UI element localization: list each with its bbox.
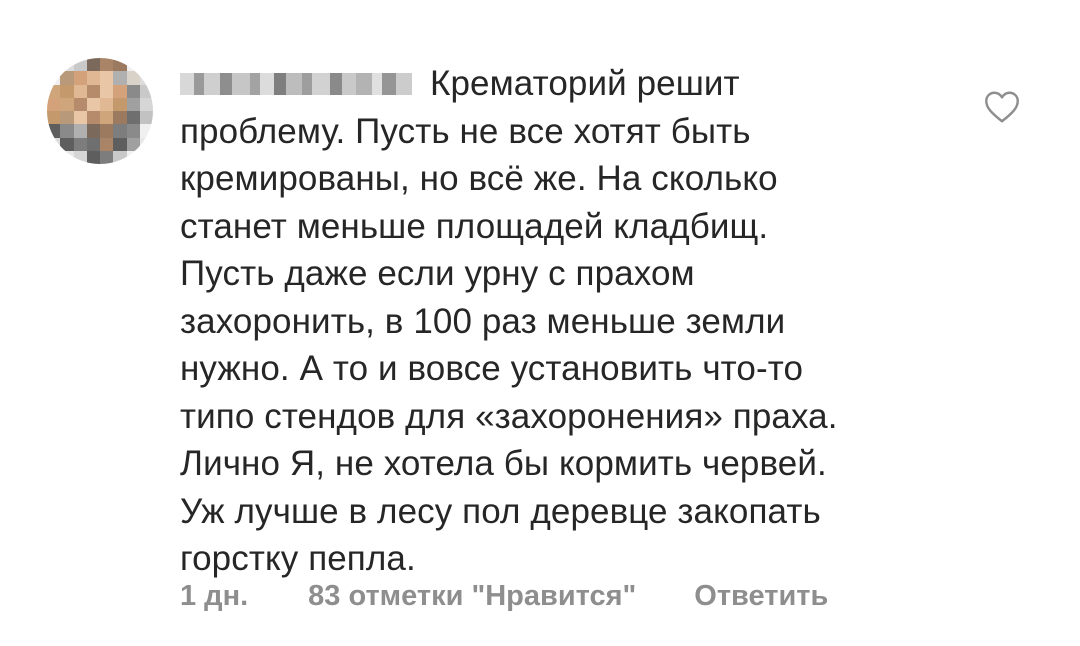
avatar-pixel [113,71,127,85]
likes-count-link[interactable]: 83 отметки "Нравится" [308,580,636,613]
avatar-pixel [60,97,74,111]
avatar-pixel [100,97,114,111]
avatar-pixel [86,111,100,125]
avatar-pixel [60,111,74,125]
avatar-pixel [113,124,127,138]
comment-line: проблему. Пусть не все хотят быть [180,111,751,151]
avatar-pixel [86,58,100,72]
comment-item: Крематорий решит проблему. Пусть не все … [0,0,1080,646]
avatar-pixel [86,97,100,111]
avatar-pixel [126,71,140,85]
avatar-pixel [73,111,87,125]
avatar-pixel [60,71,74,85]
avatar-pixel [139,124,153,138]
avatar-pixel [100,137,114,151]
avatar-pixel [47,124,61,138]
comment-line: станет меньше площадей кладбищ. [180,206,769,246]
comment-line: Крематорий решит [430,64,740,103]
avatar-pixel [139,84,153,98]
avatar-pixel [60,124,74,138]
avatar-pixel [126,124,140,138]
avatar-pixel [126,150,140,164]
avatar-pixel [100,111,114,125]
avatar-pixel [73,71,87,85]
avatar-pixel [60,137,74,151]
avatar[interactable] [47,58,153,164]
avatar-pixel [47,150,61,164]
avatar-pixel [126,58,140,72]
avatar-pixel [86,124,100,138]
avatar-pixel [113,111,127,125]
avatar-pixel [113,84,127,98]
comment-line: нужно. А то и вовсе установить что-то [180,349,804,388]
avatar-pixel [113,97,127,111]
comment-meta: 1 дн. 83 отметки "Нравится" Ответить [180,580,828,613]
avatar-pixel [73,97,87,111]
comment-time: 1 дн. [180,580,249,612]
comment-line: Уж лучше в лесу пол деревце закопать [180,491,821,531]
avatar-pixel [86,71,100,85]
avatar-pixel [86,84,100,98]
comment-line: захоронить, в 100 раз меньше земли [180,301,786,341]
comment-text: Крематорий решит проблему. Пусть не все … [180,60,940,583]
comment-line: горстку пепла. [180,539,416,578]
avatar-pixel [126,111,140,125]
avatar-pixel [100,84,114,98]
avatar-pixel [139,58,153,72]
avatar-pixel [113,58,127,72]
comment-line: типо стендов для «захоронения» праха. [180,396,838,436]
avatar-pixel [100,58,114,72]
avatar-pixel [47,111,61,125]
avatar-pixel [126,137,140,151]
avatar-pixel [86,150,100,164]
avatar-pixel [47,58,61,72]
avatar-pixel [139,71,153,85]
avatar-pixel [100,150,114,164]
comment-line: Пусть даже если урну с прахом [180,254,695,293]
avatar-pixel [47,97,61,111]
avatar-pixel [73,58,87,72]
avatar-pixel [73,150,87,164]
comment-line: кремированы, но всё же. На сколько [180,159,778,198]
avatar-pixel [60,58,74,72]
avatar-pixel [139,137,153,151]
avatar-pixel [47,71,61,85]
avatar-pixel [139,150,153,164]
avatar-pixel [126,84,140,98]
avatar-pixel [73,137,87,151]
avatar-pixel [86,137,100,151]
avatar-pixel [60,84,74,98]
avatar-pixel [100,71,114,85]
avatar-pixel [113,137,127,151]
heart-icon[interactable] [984,90,1020,124]
avatar-pixel [126,97,140,111]
avatar-pixel [100,124,114,138]
avatar-pixel [47,137,61,151]
comment-line: Лично Я, не хотела бы кормить червей. [180,444,827,483]
avatar-pixel [139,111,153,125]
avatar-pixel [113,150,127,164]
avatar-pixel [73,84,87,98]
avatar-pixel [47,84,61,98]
avatar-pixel [139,97,153,111]
avatar-pixel [73,124,87,138]
avatar-pixel [60,150,74,164]
reply-button[interactable]: Ответить [694,580,828,613]
